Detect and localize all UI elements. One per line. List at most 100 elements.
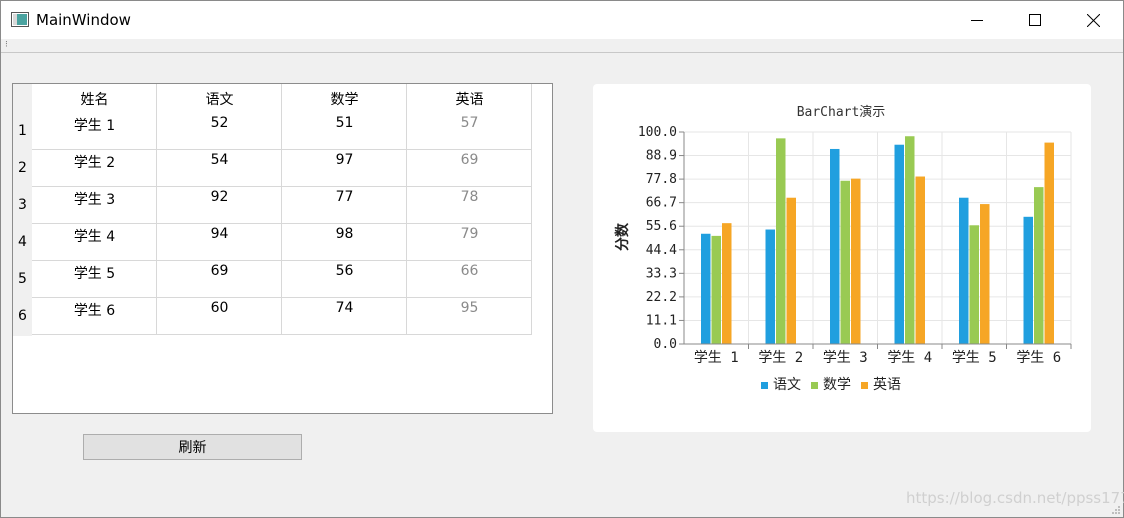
row-number[interactable]: 2 <box>13 160 32 176</box>
bar <box>701 233 711 344</box>
y-tick-label: 55.6 <box>646 219 677 234</box>
column-header-name[interactable]: 姓名 <box>32 89 157 109</box>
bar <box>840 180 850 344</box>
bar <box>776 138 786 344</box>
row-number[interactable]: 3 <box>13 197 32 213</box>
x-tick-label: 学生 3 <box>823 350 868 366</box>
close-icon <box>1086 13 1100 27</box>
row-number[interactable]: 5 <box>13 271 32 287</box>
cell-chinese[interactable]: 52 <box>157 115 282 131</box>
cell-chinese[interactable]: 94 <box>157 226 282 242</box>
y-tick-label: 0.0 <box>654 337 677 352</box>
chart-panel: BarChart演示 分数 0.0 11.1 22.2 33.3 44.4 55.6 66.… <box>593 84 1091 432</box>
cell-math[interactable]: 77 <box>282 189 407 205</box>
cell-math[interactable]: 56 <box>282 263 407 279</box>
x-tick-label: 学生 5 <box>952 350 997 366</box>
column-header-english[interactable]: 英语 <box>407 89 532 109</box>
cell-english[interactable]: 79 <box>407 226 532 242</box>
bar <box>969 225 979 344</box>
maximize-button[interactable] <box>1006 1 1064 39</box>
bar <box>711 235 721 344</box>
grid-line <box>32 149 532 150</box>
cell-english[interactable]: 66 <box>407 263 532 279</box>
y-tick-label: 66.7 <box>646 196 677 211</box>
legend-label: 数学 <box>823 377 851 393</box>
cell-chinese[interactable]: 92 <box>157 189 282 205</box>
x-tick-label: 学生 2 <box>758 350 803 366</box>
x-tick-label: 学生 1 <box>694 350 739 366</box>
toolbar-strip: ⁝ <box>1 39 1123 53</box>
row-number[interactable]: 6 <box>13 308 32 324</box>
column-header-chinese[interactable]: 语文 <box>157 89 282 109</box>
bar <box>894 144 904 344</box>
y-tick-label: 11.1 <box>646 313 677 328</box>
legend-swatch <box>861 382 868 389</box>
x-tick-label: 学生 4 <box>887 350 932 366</box>
legend-label: 英语 <box>873 376 901 393</box>
bar <box>959 197 969 344</box>
score-table[interactable]: 1 2 3 4 5 6 姓名 语文 数学 英语 学生 1 52 51 57 学生… <box>12 83 553 414</box>
cell-english[interactable]: 69 <box>407 152 532 168</box>
watermark: https://blog.csdn.net/ppss177 <box>906 489 1124 507</box>
y-axis-label: 分数 <box>614 222 631 251</box>
app-window-icon <box>11 12 29 27</box>
cell-name[interactable]: 学生 5 <box>32 263 157 283</box>
cell-math[interactable]: 97 <box>282 152 407 168</box>
legend-swatch <box>761 382 768 389</box>
x-tick-label: 学生 6 <box>1016 350 1061 366</box>
y-tick-label: 100.0 <box>638 125 677 140</box>
grid-line <box>32 260 532 261</box>
bar <box>830 148 840 344</box>
row-number[interactable]: 1 <box>13 123 32 139</box>
bar <box>1044 142 1054 344</box>
row-number[interactable]: 4 <box>13 234 32 250</box>
chart-title: BarChart演示 <box>797 104 886 120</box>
cell-math[interactable]: 74 <box>282 300 407 316</box>
bar <box>1023 216 1033 344</box>
cell-english[interactable]: 78 <box>407 189 532 205</box>
bar <box>851 178 861 344</box>
bar <box>722 223 732 344</box>
maximize-icon <box>1029 14 1041 26</box>
cell-name[interactable]: 学生 4 <box>32 226 157 246</box>
bar <box>1034 187 1044 344</box>
bar <box>786 197 796 344</box>
cell-math[interactable]: 51 <box>282 115 407 131</box>
refresh-button[interactable]: 刷新 <box>83 434 302 460</box>
bar <box>980 204 990 344</box>
cell-name[interactable]: 学生 2 <box>32 152 157 172</box>
y-tick-label: 22.2 <box>646 290 677 305</box>
grid-line <box>32 223 532 224</box>
bar <box>905 136 915 344</box>
minimize-button[interactable] <box>948 1 1006 39</box>
resize-grip-icon[interactable] <box>1111 505 1121 515</box>
minimize-icon <box>971 20 983 21</box>
bar <box>765 229 775 344</box>
title-bar: MainWindow <box>1 1 1123 39</box>
window-title: MainWindow <box>36 11 131 29</box>
cell-english[interactable]: 95 <box>407 300 532 316</box>
legend-label: 语文 <box>773 377 801 393</box>
cell-name[interactable]: 学生 1 <box>32 115 157 135</box>
y-tick-label: 44.4 <box>646 243 677 258</box>
toolbar-grip-icon[interactable]: ⁝ <box>5 40 8 50</box>
close-button[interactable] <box>1064 1 1122 39</box>
cell-chinese[interactable]: 69 <box>157 263 282 279</box>
bar <box>915 176 925 344</box>
cell-chinese[interactable]: 54 <box>157 152 282 168</box>
bar-chart: BarChart演示 分数 0.0 11.1 22.2 33.3 44.4 55.6 66.… <box>614 104 1072 393</box>
legend-swatch <box>811 382 818 389</box>
main-window: MainWindow ⁝ 1 2 3 4 5 6 姓名 语文 数学 英语 学生 … <box>0 0 1124 518</box>
y-tick-label: 88.9 <box>646 149 677 164</box>
column-header-math[interactable]: 数学 <box>282 89 407 109</box>
cell-english[interactable]: 57 <box>407 115 532 131</box>
y-tick-label: 33.3 <box>646 266 677 281</box>
grid-line <box>32 186 532 187</box>
cell-math[interactable]: 98 <box>282 226 407 242</box>
row-header: 1 2 3 4 5 6 <box>13 84 32 336</box>
grid-line <box>32 297 532 298</box>
cell-chinese[interactable]: 60 <box>157 300 282 316</box>
cell-name[interactable]: 学生 6 <box>32 300 157 320</box>
cell-name[interactable]: 学生 3 <box>32 189 157 209</box>
grid-line <box>32 334 532 335</box>
